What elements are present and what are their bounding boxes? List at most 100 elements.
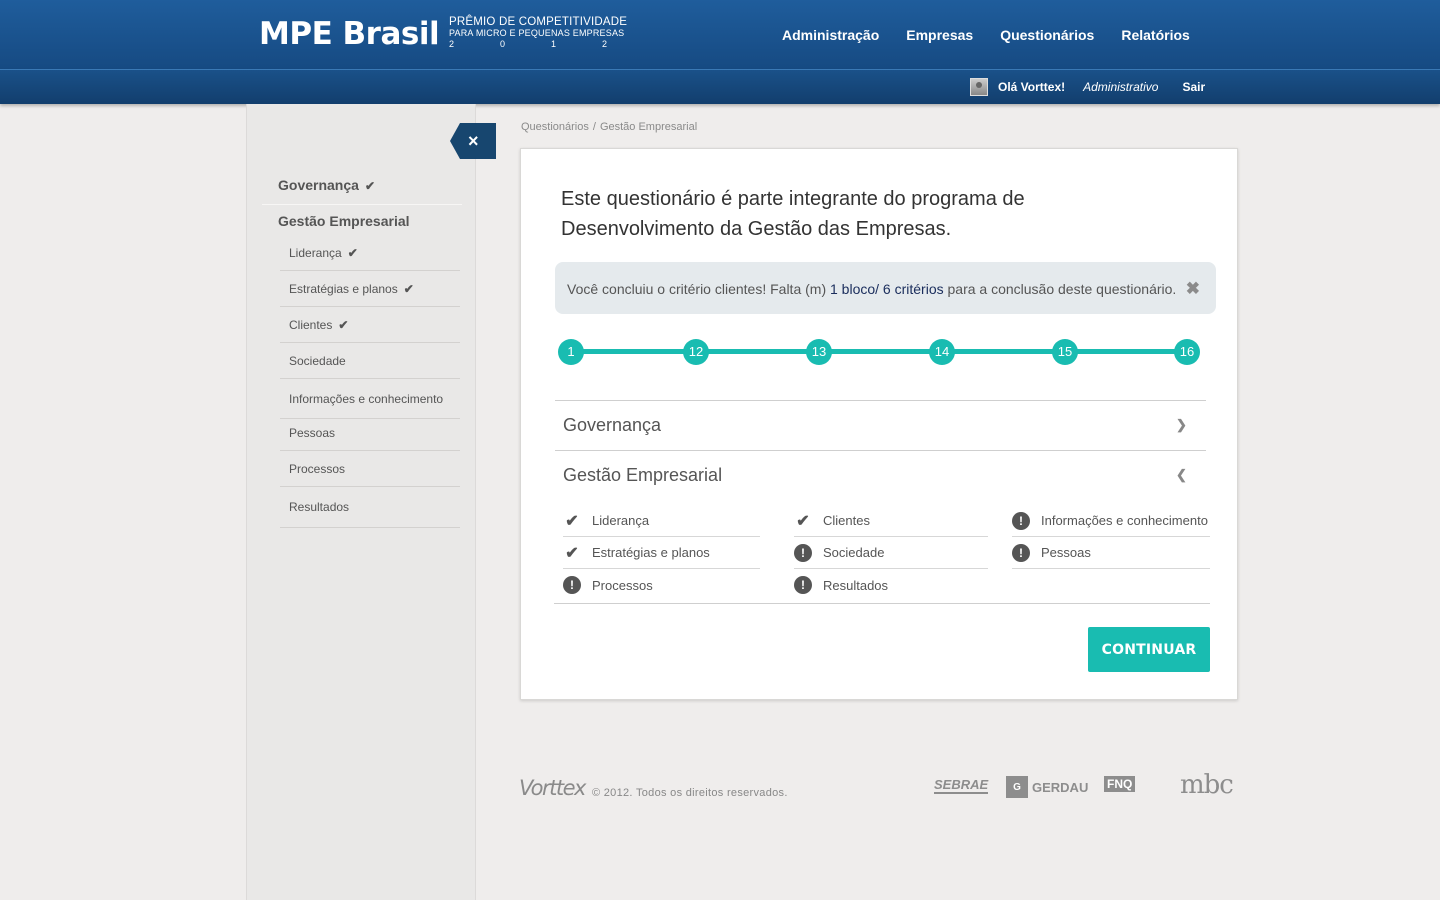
check-icon: ✔ <box>347 245 358 260</box>
intro-line: Este questionário é parte integrante do … <box>561 188 1025 210</box>
warning-icon: ! <box>563 576 581 594</box>
tagline-line-2: PARA MICRO E PEQUENAS EMPRESAS <box>449 28 625 38</box>
sidebar-item-informacoes[interactable]: Informações e conhecimento <box>280 379 460 419</box>
sebrae-logo: SEBRAE <box>934 777 989 794</box>
nav-administracao[interactable]: Administração <box>782 27 879 43</box>
alert-text: para a conclusão deste questionário. <box>943 281 1177 297</box>
progress-step[interactable]: 16 <box>1174 339 1200 365</box>
criterion-pessoas[interactable]: ! Pessoas <box>1012 537 1210 569</box>
fnq-logo: FNQ <box>1104 776 1136 792</box>
alert-highlight: 1 bloco/ 6 critérios <box>830 281 944 297</box>
chevron-up-icon[interactable]: ❮ <box>1176 467 1187 483</box>
criterion-estrategias[interactable]: ✔ Estratégias e planos <box>563 537 760 569</box>
sidebar-group-label: Governança <box>278 177 359 193</box>
user-info: Olá Vorttex! Administrativo Sair <box>970 78 1205 96</box>
sidebar-item-pessoas[interactable]: Pessoas <box>280 415 460 451</box>
year-digit: 0 <box>499 39 505 49</box>
criterion-label: Informações e conhecimento <box>1041 513 1208 528</box>
progress-track <box>570 349 1187 354</box>
alert-close-icon[interactable]: ✖ <box>1186 279 1200 299</box>
criterion-label: Liderança <box>592 513 650 528</box>
criterion-processos[interactable]: ! Processos <box>563 569 760 601</box>
gerdau-text: GERDAU <box>1032 779 1089 795</box>
user-role: Administrativo <box>1083 80 1159 94</box>
sidebar-item-sociedade[interactable]: Sociedade <box>280 343 460 379</box>
sidebar-close-button[interactable]: × <box>450 123 496 159</box>
logout-link[interactable]: Sair <box>1182 80 1205 94</box>
chevron-down-icon[interactable]: ❯ <box>1176 417 1187 433</box>
mbc-logo: mbc <box>1180 770 1234 800</box>
sidebar-item-estrategias[interactable]: Estratégias e planos ✔ <box>280 271 460 307</box>
sidebar-item-clientes[interactable]: Clientes ✔ <box>280 307 460 343</box>
criterion-informacoes[interactable]: ! Informações e conhecimento <box>1012 505 1210 537</box>
sidebar-item-label: Liderança <box>289 245 342 260</box>
continue-button[interactable]: CONTINUAR <box>1088 627 1210 672</box>
criterion-label: Pessoas <box>1041 545 1091 560</box>
check-icon: ✔ <box>796 512 810 530</box>
avatar[interactable] <box>970 78 988 96</box>
sidebar-item-label: Clientes <box>289 317 333 332</box>
progress-step[interactable]: 13 <box>806 339 832 365</box>
nav-empresas[interactable]: Empresas <box>906 27 973 43</box>
sidebar-item-processos[interactable]: Processos <box>280 451 460 487</box>
criterion-label: Estratégias e planos <box>592 545 710 560</box>
progress-step[interactable]: 14 <box>929 339 955 365</box>
sidebar-divider <box>262 204 462 205</box>
sidebar-item-label: Estratégias e planos <box>289 281 398 296</box>
progress-step[interactable]: 1 <box>558 339 584 365</box>
accordion-divider <box>555 400 1206 401</box>
sidebar-group-label: Gestão Empresarial <box>278 213 410 229</box>
award-tagline: PRÊMIO DE COMPETITIVIDADE PARA MICRO E P… <box>449 16 627 50</box>
app-logo[interactable]: MPE Brasil <box>259 16 440 52</box>
accordion-governanca-title[interactable]: Governança <box>563 415 661 436</box>
criterion-sociedade[interactable]: ! Sociedade <box>794 537 988 569</box>
vortex-logo: Vorttex <box>519 776 586 800</box>
sidebar-group-governanca[interactable]: Governança ✔ <box>262 177 462 193</box>
fnq-mark: FNQ <box>1104 776 1136 792</box>
progress-step[interactable]: 15 <box>1052 339 1078 365</box>
sidebar-item-label: Processos <box>289 461 346 476</box>
check-icon: ✔ <box>403 281 414 296</box>
warning-icon: ! <box>1012 543 1030 562</box>
main-nav: Administração Empresas Questionários Rel… <box>782 27 1217 43</box>
close-icon: × <box>468 131 479 151</box>
sidebar-item-label: Pessoas <box>289 425 336 440</box>
warning-icon: ! <box>794 576 812 594</box>
criterion-lideranca[interactable]: ✔ Liderança <box>563 505 760 537</box>
criteria-divider <box>554 603 1210 604</box>
check-icon: ✔ <box>565 512 579 530</box>
user-bar <box>0 69 1440 104</box>
breadcrumb: Questionários / Gestão Empresarial <box>521 121 701 133</box>
criterion-resultados[interactable]: ! Resultados <box>794 569 988 601</box>
year-digit: 2 <box>601 39 607 49</box>
criterion-label: Sociedade <box>823 545 885 560</box>
sidebar-group-gestao[interactable]: Gestão Empresarial <box>262 213 462 229</box>
top-header <box>0 0 1440 69</box>
sidebar-item-lideranca[interactable]: Liderança ✔ <box>280 235 460 271</box>
check-icon: ✔ <box>364 179 375 193</box>
breadcrumb-current: Gestão Empresarial <box>599 121 698 133</box>
accordion-divider <box>555 450 1206 451</box>
criterion-label: Processos <box>592 577 653 593</box>
criterion-clientes[interactable]: ✔ Clientes <box>794 505 988 537</box>
sidebar-item-resultados[interactable]: Resultados <box>280 487 460 528</box>
gerdau-mark: G <box>1006 776 1028 798</box>
alert-text: Você concluiu o critério clientes! Falta… <box>567 281 830 297</box>
user-greeting: Olá Vorttex! <box>998 80 1066 94</box>
sidebar-item-label: Sociedade <box>289 353 346 368</box>
breadcrumb-separator: / <box>592 121 596 133</box>
year-digit: 2 <box>449 39 455 49</box>
check-icon: ✔ <box>338 317 349 332</box>
progress-step[interactable]: 12 <box>683 339 709 365</box>
warning-icon: ! <box>794 543 812 562</box>
gerdau-logo: G GERDAU <box>1006 776 1088 798</box>
tagline-year: 2 0 1 2 <box>449 38 609 50</box>
nav-relatorios[interactable]: Relatórios <box>1121 27 1189 43</box>
criterion-label: Resultados <box>823 577 889 593</box>
intro-line: Desenvolvimento da Gestão das Empresas. <box>561 218 952 240</box>
intro-text: Este questionário é parte integrante do … <box>561 184 1081 244</box>
criterion-label: Clientes <box>823 513 870 528</box>
nav-questionarios[interactable]: Questionários <box>1000 27 1094 43</box>
breadcrumb-link[interactable]: Questionários <box>521 121 589 133</box>
accordion-gestao-title[interactable]: Gestão Empresarial <box>563 465 722 486</box>
